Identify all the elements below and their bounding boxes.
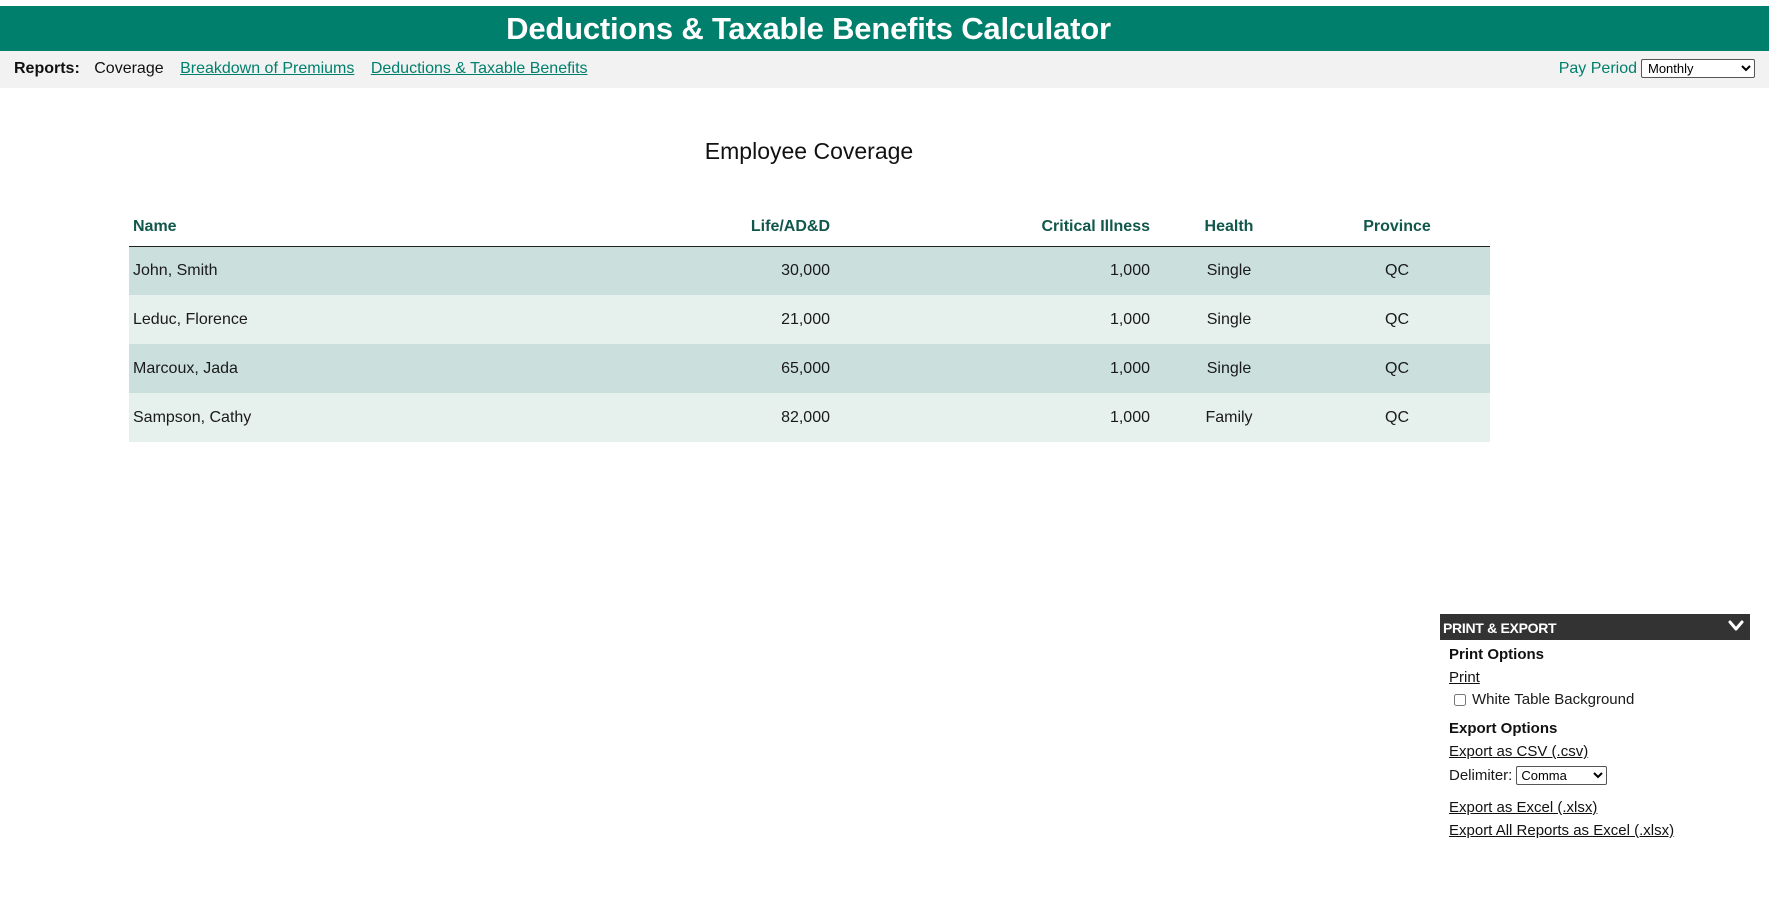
- cell-province: QC: [1385, 310, 1409, 328]
- nav-link-breakdown-of-premiums[interactable]: Breakdown of Premiums: [180, 60, 354, 77]
- print-export-body: Print Options Print White Table Backgrou…: [1440, 646, 1750, 839]
- table-row: John, Smith 30,000 1,000 Single QC: [129, 246, 1490, 295]
- export-csv-link[interactable]: Export as CSV (.csv): [1449, 743, 1750, 760]
- title-bar: Deductions & Taxable Benefits Calculator: [0, 6, 1769, 51]
- delimiter-row: Delimiter: Comma: [1449, 766, 1750, 785]
- app: Deductions & Taxable Benefits Calculator…: [0, 0, 1769, 899]
- white-background-option[interactable]: White Table Background: [1449, 691, 1750, 708]
- cell-health: Single: [1206, 261, 1252, 279]
- column-header-province: Province: [1363, 218, 1431, 236]
- reports-nav-bar: Reports: Coverage Breakdown of Premiums …: [0, 51, 1769, 88]
- reports-label: Reports:: [14, 60, 80, 77]
- coverage-table: Name Life/AD&D Critical Illness Health P…: [129, 209, 1490, 442]
- cell-name: Sampson, Cathy: [133, 408, 252, 426]
- cell-name: Leduc, Florence: [133, 310, 248, 328]
- print-options-title: Print Options: [1449, 646, 1544, 663]
- column-header-health: Health: [1204, 218, 1254, 236]
- export-excel-link[interactable]: Export as Excel (.xlsx): [1449, 799, 1750, 816]
- chevron-down-icon[interactable]: [1728, 620, 1744, 632]
- cell-life-add: 21,000: [781, 310, 830, 328]
- column-header-critical-illness: Critical Illness: [1041, 218, 1151, 236]
- cell-critical-illness: 1,000: [1109, 408, 1150, 426]
- column-header-life-add: Life/AD&D: [750, 218, 830, 236]
- nav-link-deductions-taxable-benefits[interactable]: Deductions & Taxable Benefits: [371, 60, 588, 77]
- export-all-excel-link[interactable]: Export All Reports as Excel (.xlsx): [1449, 822, 1750, 839]
- table-row: Marcoux, Jada 65,000 1,000 Single QC: [129, 344, 1490, 393]
- print-export-header[interactable]: PRINT & EXPORT: [1440, 614, 1750, 640]
- table-header-row: Name Life/AD&D Critical Illness Health P…: [129, 209, 1490, 246]
- cell-life-add: 82,000: [781, 408, 830, 426]
- reports-nav: Reports: Coverage Breakdown of Premiums …: [14, 60, 588, 78]
- cell-critical-illness: 1,000: [1109, 261, 1150, 279]
- pay-period-select[interactable]: Monthly: [1641, 59, 1755, 78]
- delimiter-select[interactable]: Comma: [1516, 766, 1608, 785]
- cell-name: Marcoux, Jada: [133, 359, 238, 377]
- app-title: Deductions & Taxable Benefits Calculator: [506, 11, 1111, 46]
- cell-province: QC: [1385, 408, 1409, 426]
- white-background-checkbox[interactable]: [1454, 693, 1466, 706]
- column-header-name: Name: [133, 218, 177, 236]
- cell-health: Single: [1206, 359, 1252, 377]
- print-export-title: PRINT & EXPORT: [1443, 620, 1557, 636]
- delimiter-label: Delimiter:: [1449, 767, 1513, 784]
- cell-health: Family: [1205, 408, 1253, 426]
- white-background-label: White Table Background: [1472, 691, 1635, 708]
- nav-coverage-current: Coverage: [94, 60, 164, 77]
- pay-period-control: Pay Period Monthly: [1559, 59, 1755, 78]
- cell-life-add: 65,000: [781, 359, 830, 377]
- export-options-title: Export Options: [1449, 720, 1558, 737]
- cell-name: John, Smith: [133, 261, 218, 279]
- cell-province: QC: [1385, 261, 1409, 279]
- cell-critical-illness: 1,000: [1109, 310, 1150, 328]
- print-link[interactable]: Print: [1449, 669, 1750, 686]
- pay-period-label: Pay Period: [1558, 59, 1637, 77]
- cell-health: Single: [1206, 310, 1252, 328]
- table-row: Leduc, Florence 21,000 1,000 Single QC: [129, 295, 1490, 344]
- cell-province: QC: [1385, 359, 1409, 377]
- table-row: Sampson, Cathy 82,000 1,000 Family QC: [129, 393, 1490, 442]
- cell-life-add: 30,000: [781, 261, 830, 279]
- report-title: Employee Coverage: [704, 138, 914, 164]
- cell-critical-illness: 1,000: [1109, 359, 1150, 377]
- print-export-panel: PRINT & EXPORT Print Options Print White…: [1440, 614, 1750, 839]
